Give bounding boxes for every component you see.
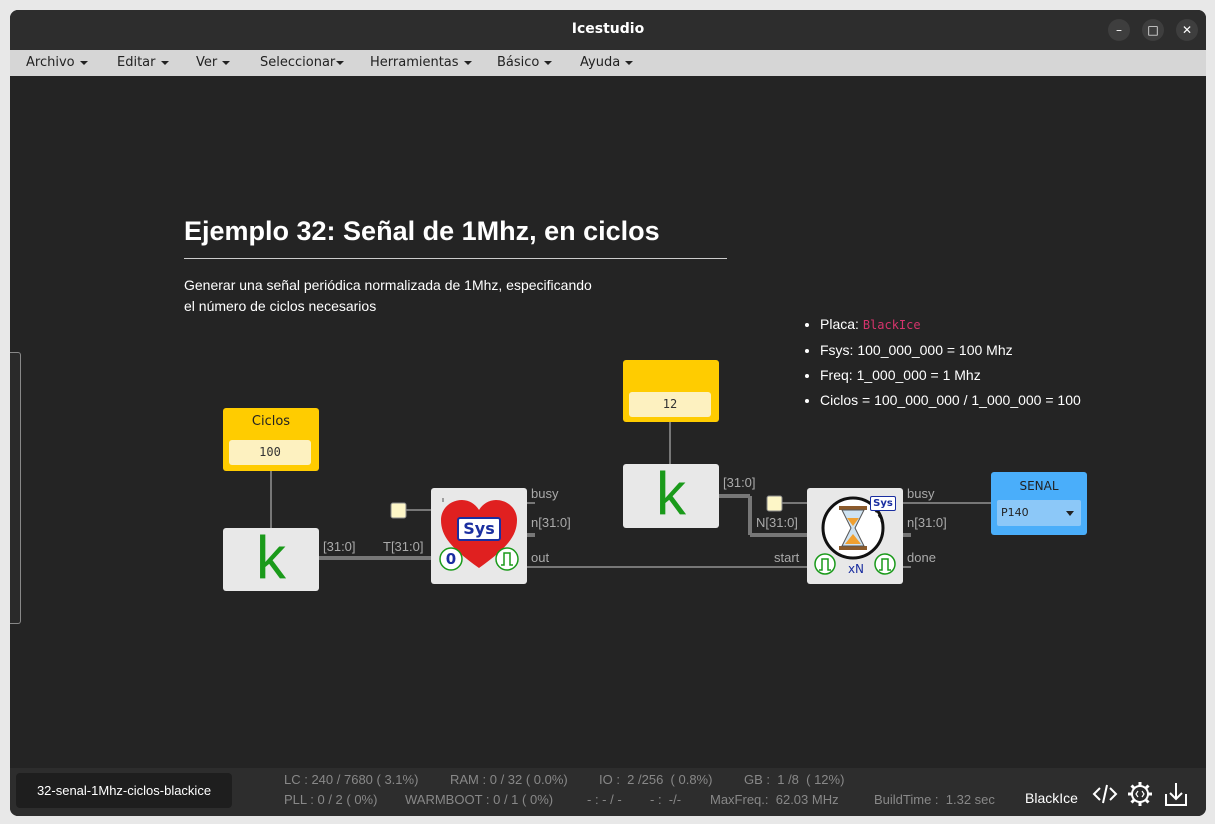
close-button[interactable]: ✕ xyxy=(1176,19,1198,41)
caret-down-icon xyxy=(79,60,88,65)
verify-code-icon[interactable] xyxy=(1091,780,1119,808)
close-icon: ✕ xyxy=(1181,23,1193,37)
menu-seleccionar[interactable]: Seleccionar xyxy=(260,55,345,70)
caret-down-icon xyxy=(160,60,169,65)
k-constant-block-2[interactable]: k xyxy=(623,464,719,528)
caret-down-icon xyxy=(625,60,634,65)
sys-badge: Sys xyxy=(870,496,896,511)
stat-maxfreq: MaxFreq.: 62.03 MHz xyxy=(710,792,839,807)
port-n: n[31:0] xyxy=(907,515,947,530)
menu-editar[interactable]: Editar xyxy=(117,55,169,70)
wire-label: [31:0] xyxy=(723,475,756,490)
menu-ayuda[interactable]: Ayuda xyxy=(580,55,634,70)
heartbeat-block[interactable]: Sys 0 xyxy=(431,488,527,584)
wires xyxy=(270,422,991,568)
pin-select[interactable]: P140 xyxy=(997,500,1081,526)
upload-download-icon[interactable] xyxy=(1162,780,1190,808)
caret-down-icon xyxy=(544,60,553,65)
minimize-icon: – xyxy=(1116,23,1122,37)
output-name: SENAL xyxy=(1019,479,1059,493)
wire-label: [31:0] xyxy=(323,539,356,554)
xn-label: xN xyxy=(847,562,865,576)
minimize-button[interactable]: – xyxy=(1108,19,1130,41)
menu-ver[interactable]: Ver xyxy=(196,55,231,70)
stat-unknown-2: - : -/- xyxy=(650,792,682,807)
menu-herramientas[interactable]: Herramientas xyxy=(370,55,472,70)
caret-down-icon xyxy=(463,60,472,65)
window-title: Icestudio xyxy=(571,21,645,37)
wire-label: T[31:0] xyxy=(383,539,424,554)
stat-buildtime: BuildTime : 1.32 sec xyxy=(874,792,995,807)
constant-value[interactable]: 100 xyxy=(229,440,311,465)
stat-gb: GB : 1 /8 ( 12%) xyxy=(744,772,845,787)
project-name-tag: 32-senal-1Mhz-ciclos-blackice xyxy=(16,773,232,808)
maximize-button[interactable]: □ xyxy=(1142,19,1164,41)
wire-label: N[31:0] xyxy=(756,515,798,530)
port-busy: busy xyxy=(531,486,559,501)
k-constant-block-1[interactable]: k xyxy=(223,528,319,591)
status-bar: 32-senal-1Mhz-ciclos-blackice LC : 240 /… xyxy=(10,768,1206,816)
port-n: n[31:0] xyxy=(531,515,571,530)
menu-archivo[interactable]: Archivo xyxy=(26,55,88,70)
stat-lc: LC : 240 / 7680 ( 3.1%) xyxy=(284,772,419,787)
stat-ram: RAM : 0 / 32 ( 0.0%) xyxy=(450,772,568,787)
constant-name: Ciclos xyxy=(251,414,291,429)
port-done: done xyxy=(907,550,936,565)
board-name[interactable]: BlackIce xyxy=(1025,790,1078,806)
port-start: start xyxy=(774,550,800,565)
stat-io: IO : 2 /256 ( 0.8%) xyxy=(599,772,713,787)
titlebar: Icestudio – □ ✕ xyxy=(10,10,1206,50)
stat-unknown-1: - : - / - xyxy=(587,792,622,807)
constant-12[interactable]: 12 xyxy=(623,360,719,422)
app-window: Icestudio – □ ✕ Archivo Editar Ver Selec… xyxy=(10,10,1206,816)
port-out: out xyxy=(531,550,550,565)
sys-badge: Sys xyxy=(457,517,501,541)
port-busy: busy xyxy=(907,486,935,501)
dropdown-arrow-icon xyxy=(1066,511,1074,516)
menu-basico[interactable]: Básico xyxy=(497,55,553,70)
constant-value[interactable]: 12 xyxy=(629,392,711,417)
caret-down-icon xyxy=(222,60,231,65)
build-gear-icon[interactable] xyxy=(1126,780,1154,808)
menubar: Archivo Editar Ver Seleccionar Herramien… xyxy=(10,50,1206,76)
constant-ciclos[interactable]: Ciclos 100 xyxy=(223,408,319,471)
caret-down-icon xyxy=(336,60,345,65)
zero-label: 0 xyxy=(445,550,457,568)
maximize-icon: □ xyxy=(1147,23,1159,37)
stat-pll: PLL : 0 / 2 ( 0%) xyxy=(284,792,378,807)
design-canvas[interactable]: Ejemplo 32: Señal de 1Mhz, en ciclos Gen… xyxy=(10,76,1206,768)
timer-block[interactable]: Sys xN xyxy=(807,488,903,584)
output-senal[interactable]: SENAL P140 xyxy=(991,472,1087,535)
stat-warmboot: WARMBOOT : 0 / 1 ( 0%) xyxy=(405,792,554,807)
